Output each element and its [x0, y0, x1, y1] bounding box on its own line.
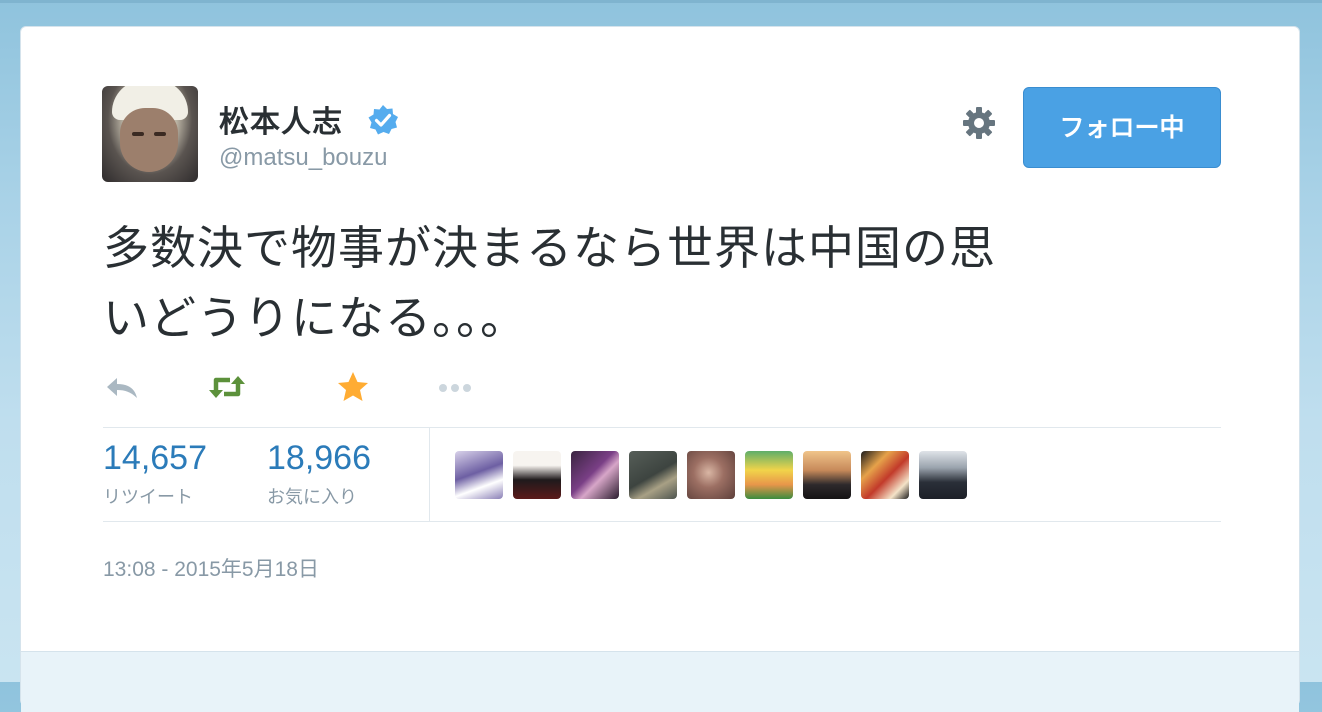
user-name[interactable]: 松本人志 — [219, 97, 343, 141]
purple-portrait-avatar[interactable] — [571, 451, 619, 499]
favorite-count-stat[interactable]: 18,966 お気に入り — [267, 439, 371, 509]
retweet-count[interactable]: 14,657 — [103, 439, 207, 477]
tweet-text: 多数決で物事が決まるなら世界は中国の思 いどうりになる。。。 — [103, 213, 1213, 353]
avatar[interactable] — [102, 86, 198, 182]
stats-separator — [429, 427, 430, 521]
retweet-count-label[interactable]: リツイート — [103, 483, 207, 509]
verified-badge-icon — [368, 105, 398, 135]
blurry-face-avatar[interactable] — [687, 451, 735, 499]
group-photo-avatar[interactable] — [919, 451, 967, 499]
avatar-face — [120, 108, 178, 172]
spongebob-avatar[interactable] — [745, 451, 793, 499]
chalkboard-avatar[interactable] — [629, 451, 677, 499]
following-button[interactable]: フォロー中 — [1023, 87, 1221, 168]
reply-icon[interactable] — [103, 369, 143, 405]
favorite-count-label[interactable]: お気に入り — [267, 483, 371, 509]
more-dots-icon[interactable] — [435, 369, 475, 405]
retweet-icon[interactable] — [207, 369, 247, 405]
dark-figure-avatar[interactable] — [513, 451, 561, 499]
divider — [103, 427, 1221, 428]
tweet-card: 松本人志 @matsu_bouzu フォロー中 多数決で物事が決まるなら世界は中… — [20, 26, 1300, 712]
star-icon[interactable] — [333, 369, 373, 405]
user-handle[interactable]: @matsu_bouzu — [219, 144, 387, 172]
page-top-border — [0, 0, 1322, 3]
retweet-count-stat[interactable]: 14,657 リツイート — [103, 439, 207, 509]
tweet-text-line: 多数決で物事が決まるなら世界は中国の思 — [103, 221, 996, 275]
avatar-eye — [154, 132, 166, 136]
divider — [103, 521, 1221, 522]
avatar-eye — [132, 132, 144, 136]
sunset-couple-avatar[interactable] — [803, 451, 851, 499]
tweet-text-line: いどうりになる。。。 — [103, 291, 527, 345]
tweet-timestamp[interactable]: 13:08 - 2015年5月18日 — [103, 553, 319, 583]
anime-girl-avatar[interactable] — [455, 451, 503, 499]
favorite-count[interactable]: 18,966 — [267, 439, 371, 477]
tiger-cartoon-avatar[interactable] — [861, 451, 909, 499]
gear-icon[interactable] — [961, 105, 997, 141]
